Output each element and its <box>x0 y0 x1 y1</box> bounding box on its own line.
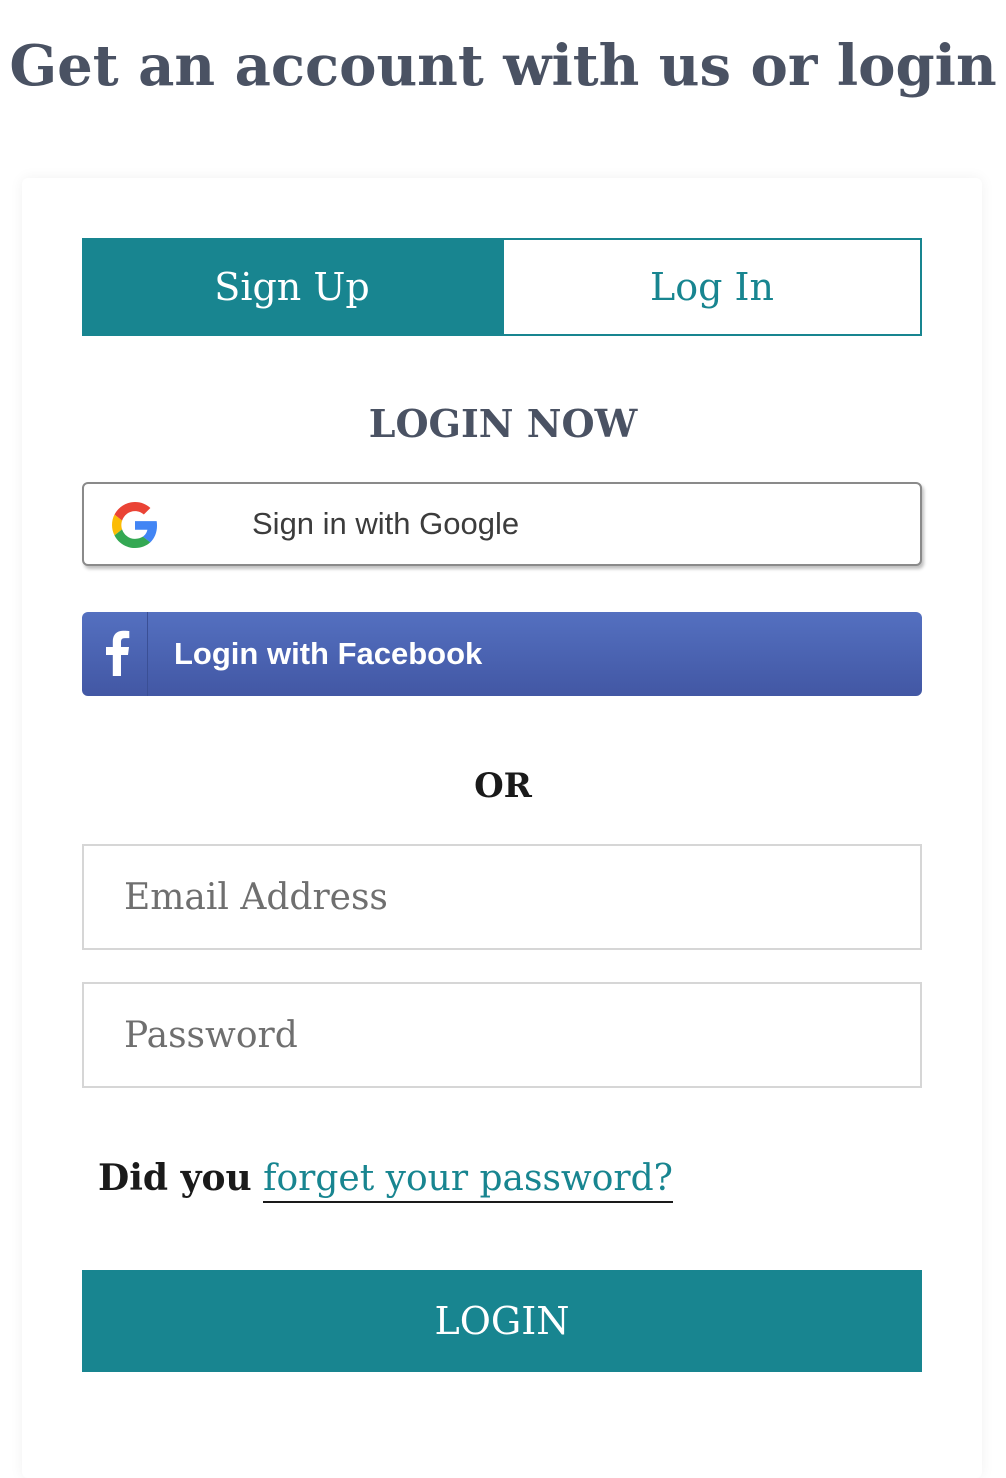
email-field[interactable] <box>82 844 922 950</box>
tab-log-in[interactable]: Log In <box>502 238 922 336</box>
facebook-icon <box>82 612 148 696</box>
page-title: Get an account with us or login <box>9 32 997 99</box>
forgot-password-link[interactable]: forget your password? <box>263 1158 673 1203</box>
auth-tabs: Sign Up Log In <box>82 238 922 336</box>
google-icon <box>112 502 158 548</box>
login-now-heading: LOGIN NOW <box>368 401 638 446</box>
google-sign-in-button[interactable]: Sign in with Google <box>82 482 922 566</box>
forgot-password-prefix: Did you <box>98 1157 252 1199</box>
forgot-password-line: Did you forget your password? <box>98 1150 673 1207</box>
password-field[interactable] <box>82 982 922 1088</box>
tab-sign-up[interactable]: Sign Up <box>82 238 502 336</box>
or-divider: OR <box>474 766 532 806</box>
facebook-button-label: Login with Facebook <box>174 636 483 671</box>
facebook-login-button[interactable]: Login with Facebook <box>82 612 922 696</box>
google-button-label: Sign in with Google <box>252 506 520 541</box>
login-submit-button[interactable]: LOGIN <box>82 1270 922 1372</box>
